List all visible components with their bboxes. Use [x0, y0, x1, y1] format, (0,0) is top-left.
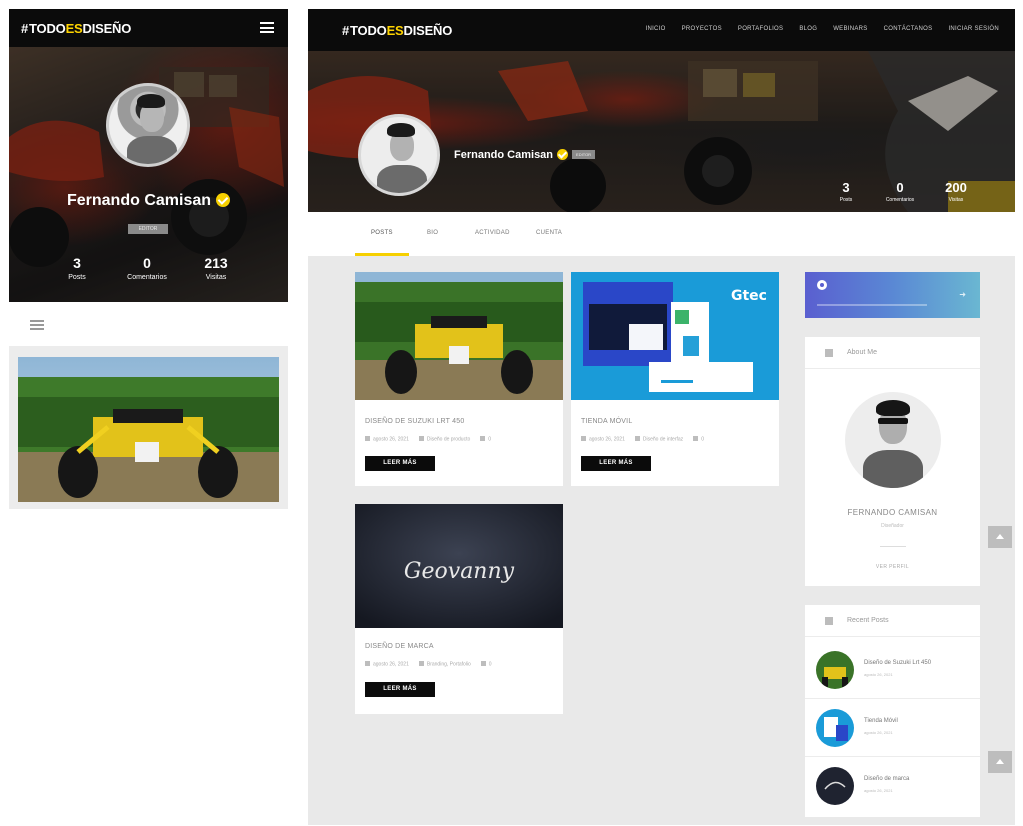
calendar-icon [581, 436, 586, 441]
post-card: Gtec TIENDA MÓVIL agosto 26, 2021 Diseño … [571, 272, 779, 486]
read-more-button[interactable]: LEER MÁS [365, 682, 435, 697]
signature-logo-text: Geovanny [404, 559, 515, 584]
tag-icon [634, 436, 640, 441]
widget-title: Recent Posts [847, 617, 889, 624]
post-title[interactable]: TIENDA MÓVIL [581, 418, 632, 425]
tab-bio[interactable]: BIO [427, 230, 438, 236]
verified-badge-icon [557, 149, 569, 160]
recent-post-date: agosto 26, 2021 [864, 672, 893, 677]
scroll-to-top-button[interactable] [988, 751, 1012, 773]
tab-cuenta[interactable]: CUENTA [536, 230, 562, 236]
posts-icon [825, 617, 833, 625]
profile-cover: Fernando Camisan EDITOR 3 Posts 0 Comentari… [308, 51, 1015, 212]
about-name: FERNANDO CAMISAN [847, 508, 938, 517]
tag-icon [418, 436, 424, 441]
sidebar-banner[interactable]: ➜ [805, 272, 980, 318]
nav-item-blog[interactable]: BLOG [799, 26, 817, 32]
nav-item-portafolios[interactable]: PORTAFOLIOS [738, 26, 783, 32]
post-meta: agosto 26, 2021 Diseño de producto 0 [365, 436, 491, 443]
profile-name: Fernando Camisan EDITOR [454, 149, 596, 161]
stat-comments: 0 Comentarios [127, 255, 167, 281]
nav-item-iniciar-sesion[interactable]: INICIAR SESIÓN [948, 26, 999, 32]
view-profile-link[interactable]: VER PERFIL [805, 564, 980, 570]
profile-avatar[interactable] [358, 114, 440, 196]
nav-item-contactanos[interactable]: CONTÁCTANOS [884, 26, 933, 32]
stat-comments: 0 Comentarios [885, 180, 915, 203]
banner-arrow-icon: ➜ [959, 290, 966, 299]
tabs-menu-icon[interactable] [30, 320, 44, 330]
post-thumbnail-brand[interactable]: Geovanny [355, 504, 563, 628]
widget-title: About Me [847, 349, 877, 356]
role-badge: EDITOR [572, 150, 596, 159]
widget-header: About Me [805, 337, 980, 369]
nav-item-proyectos[interactable]: PROYECTOS [682, 26, 722, 32]
hamburger-menu-icon[interactable] [260, 22, 274, 33]
about-me-widget: About Me FERNANDO CAMISAN Diseñador VER … [805, 337, 980, 586]
scroll-to-top-button[interactable] [988, 526, 1012, 548]
verified-badge-icon [216, 193, 231, 207]
tab-posts[interactable]: POSTS [371, 230, 393, 236]
post-title[interactable]: DISEÑO DE MARCA [365, 643, 434, 650]
post-thumbnail-atv[interactable] [355, 272, 563, 400]
read-more-button[interactable]: LEER MÁS [581, 456, 651, 471]
tag-icon [418, 661, 424, 666]
recent-post-item[interactable]: Diseño de Suzuki Lrt 450 agosto 26, 2021 [805, 641, 980, 699]
about-role: Diseñador [881, 523, 904, 529]
user-icon [825, 349, 833, 357]
profile-avatar[interactable] [106, 83, 190, 167]
post-meta: agosto 26, 2021 Diseño de interfaz 0 [581, 436, 704, 443]
mobile-view: #TODOESDISEÑO Fernando Camisan EDITOR 3P… [9, 9, 288, 509]
comment-icon [480, 661, 486, 666]
profile-tabs: POSTS BIO ACTIVIDAD CUENTA [308, 212, 1015, 256]
recent-post-date: agosto 26, 2021 [864, 788, 893, 793]
post-card: Geovanny DISEÑO DE MARCA agosto 26, 2021… [355, 504, 563, 714]
recent-post-item[interactable]: Diseño de marca agosto 26, 2021 [805, 757, 980, 815]
stat-visits: 200 Visitas [945, 180, 967, 203]
desktop-header: #TODOESDISEÑO INICIO PROYECTOS PORTAFOLI… [308, 9, 1015, 51]
recent-post-title[interactable]: Diseño de Suzuki Lrt 450 [864, 660, 931, 666]
nav-item-webinars[interactable]: WEBINARS [833, 26, 867, 32]
stat-visits: 213 Visitas [204, 255, 228, 281]
post-thumbnail-gtec[interactable]: Gtec [571, 272, 779, 400]
active-tab-indicator [355, 253, 409, 256]
post-feed [9, 346, 288, 509]
recent-post-title[interactable]: Tienda Móvil [864, 718, 898, 724]
comment-icon [480, 436, 486, 441]
brand-logo[interactable]: #TODOESDISEÑO [342, 23, 452, 38]
recent-posts-widget: Recent Posts Diseño de Suzuki Lrt 450 ag… [805, 605, 980, 817]
widget-header: Recent Posts [805, 605, 980, 637]
post-title[interactable]: DISEÑO DE SUZUKI LRT 450 [365, 418, 464, 425]
recent-post-date: agosto 26, 2021 [864, 730, 893, 735]
profile-cover: Fernando Camisan EDITOR 3 Posts 0 Comentar… [9, 47, 288, 302]
desktop-view: #TODOESDISEÑO INICIO PROYECTOS PORTAFOLI… [308, 9, 1015, 825]
stat-posts: 3 Posts [68, 255, 86, 281]
nav-item-inicio[interactable]: INICIO [645, 26, 665, 32]
main-nav: INICIO PROYECTOS PORTAFOLIOS BLOG WEBINA… [645, 26, 999, 32]
role-badge: EDITOR [128, 224, 168, 234]
recent-post-thumbnail [816, 651, 854, 689]
post-meta: agosto 26, 2021 Branding, Portafolio 0 [365, 661, 492, 668]
recent-post-title[interactable]: Diseño de marca [864, 776, 909, 782]
tab-actividad[interactable]: ACTIVIDAD [475, 230, 510, 236]
post-card: DISEÑO DE SUZUKI LRT 450 agosto 26, 2021… [355, 272, 563, 486]
brand-logo[interactable]: #TODOESDISEÑO [21, 21, 131, 36]
calendar-icon [365, 436, 370, 441]
banner-icon [817, 280, 827, 290]
about-avatar[interactable] [845, 392, 941, 488]
divider [880, 546, 906, 547]
recent-post-thumbnail [816, 767, 854, 805]
profile-tabs-menu [9, 302, 288, 346]
gtec-logo-text: Gtec [731, 288, 767, 304]
stat-posts: 3 Posts [839, 180, 853, 203]
profile-name: Fernando Camisan [9, 192, 288, 210]
recent-post-item[interactable]: Tienda Móvil agosto 26, 2021 [805, 699, 980, 757]
comment-icon [693, 436, 699, 441]
post-thumbnail-atv[interactable] [18, 357, 279, 502]
calendar-icon [365, 661, 370, 666]
read-more-button[interactable]: LEER MÁS [365, 456, 435, 471]
recent-post-thumbnail [816, 709, 854, 747]
mobile-header: #TODOESDISEÑO [9, 9, 288, 47]
